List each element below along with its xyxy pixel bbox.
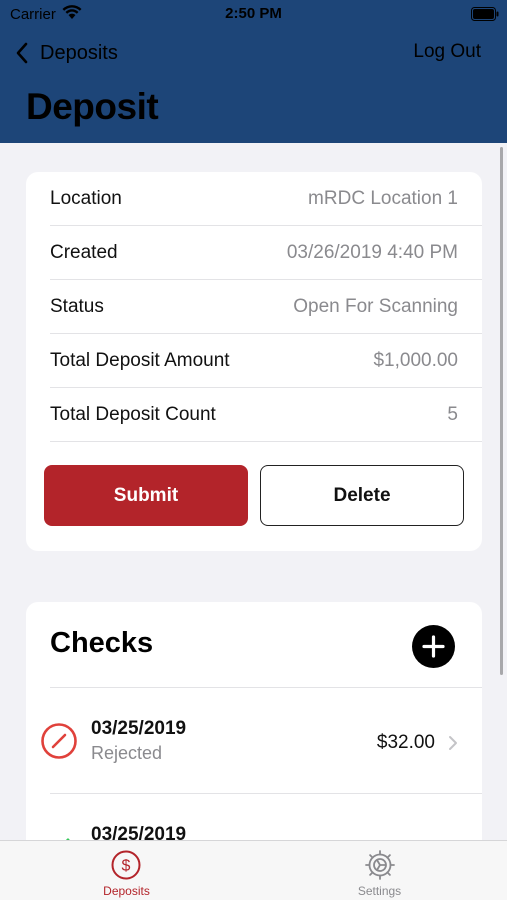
detail-value: $1,000.00 <box>373 349 458 371</box>
status-time: 2:50 PM <box>225 5 282 22</box>
battery-icon <box>471 7 499 21</box>
submit-button[interactable]: Submit <box>44 465 248 526</box>
tab-label: Deposits <box>103 884 150 898</box>
delete-button[interactable]: Delete <box>260 465 464 526</box>
tab-bar: $ Deposits Settings <box>0 840 507 900</box>
check-status: Rejected <box>91 743 163 763</box>
detail-row-created: Created 03/26/2019 4:40 PM <box>50 226 482 280</box>
status-bar: Carrier 2:50 PM <box>0 0 507 30</box>
detail-row-total-amount: Total Deposit Amount $1,000.00 <box>50 334 482 388</box>
detail-value: Open For Scanning <box>293 295 458 317</box>
detail-label: Status <box>50 295 104 317</box>
tab-settings[interactable]: Settings <box>253 841 506 900</box>
tab-label: Settings <box>357 884 402 898</box>
check-amount: $32.00 <box>376 732 435 753</box>
add-check-button[interactable] <box>412 625 455 668</box>
detail-value: 5 <box>447 403 458 425</box>
detail-label: Total Deposit Amount <box>50 349 230 371</box>
detail-row-status: Status Open For Scanning <box>50 280 482 334</box>
detail-value: mRDC Location 1 <box>308 187 458 209</box>
chevron-right-icon <box>449 736 457 750</box>
gear-icon <box>365 850 395 880</box>
detail-row-location: Location mRDC Location 1 <box>50 172 482 226</box>
detail-row-total-count: Total Deposit Count 5 <box>50 388 482 442</box>
scrollbar[interactable] <box>500 147 503 675</box>
detail-label: Location <box>50 187 122 209</box>
detail-value: 03/26/2019 4:40 PM <box>286 241 458 263</box>
chevron-left-icon <box>16 42 28 64</box>
navigation-header: Carrier 2:50 PM Deposits Log Out Deposit <box>0 0 507 143</box>
back-button-label: Deposits <box>40 41 118 64</box>
check-list-item[interactable]: 03/25/2019 Rejected $32.00 <box>26 688 482 794</box>
detail-label: Created <box>50 241 118 263</box>
plus-icon <box>422 635 445 658</box>
dollar-circle-icon: $ <box>111 850 141 880</box>
tab-deposits[interactable]: $ Deposits <box>0 841 253 900</box>
checks-title: Checks <box>50 627 154 659</box>
back-button[interactable]: Deposits <box>14 38 118 68</box>
logout-button[interactable]: Log Out <box>413 41 481 63</box>
check-date: 03/25/2019 <box>91 718 187 739</box>
rejected-icon <box>41 723 77 759</box>
page-title: Deposit <box>26 86 159 127</box>
detail-label: Total Deposit Count <box>50 403 216 425</box>
svg-text:$: $ <box>122 858 131 875</box>
deposit-details-card: Location mRDC Location 1 Created 03/26/2… <box>26 172 482 551</box>
